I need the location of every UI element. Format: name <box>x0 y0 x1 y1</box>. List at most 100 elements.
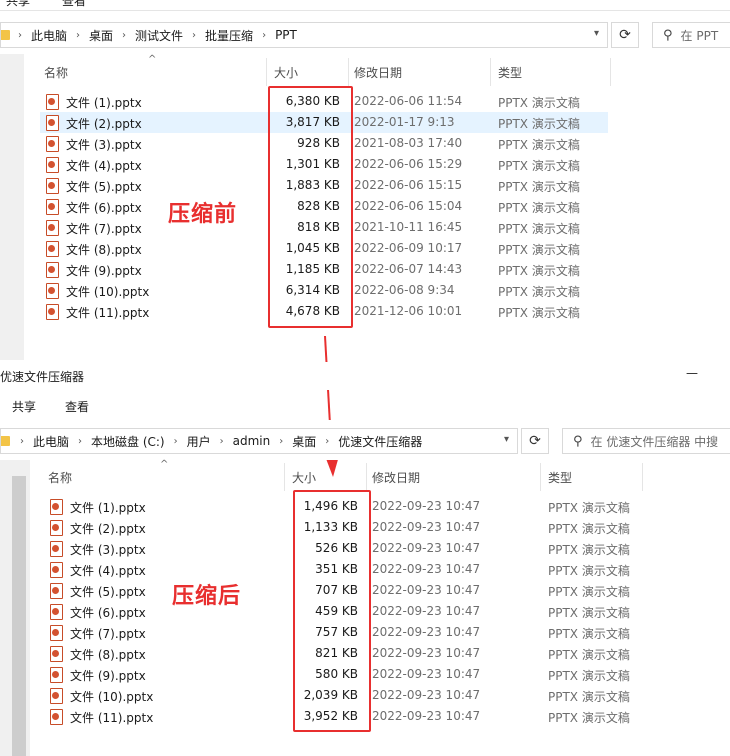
ribbon-tab-share[interactable]: 共享 <box>12 398 36 415</box>
breadcrumb-desktop[interactable]: 桌面 <box>292 433 316 450</box>
pptx-file-icon <box>50 541 63 557</box>
file-modified-date: 2022-09-23 10:47 <box>372 688 481 702</box>
chevron-right-icon: › <box>325 435 330 447</box>
bottom-address-bar[interactable]: › 此电脑 › 本地磁盘 (C:) › 用户 › admin › 桌面 › 优速… <box>0 428 518 454</box>
file-modified-date: 2022-09-23 10:47 <box>372 499 481 513</box>
col-size-header[interactable]: 大小 <box>292 469 316 486</box>
nav-scrollbar[interactable] <box>12 476 26 756</box>
file-type: PPTX 演示文稿 <box>498 117 580 131</box>
file-modified-date: 2022-09-23 10:47 <box>372 667 481 681</box>
chevron-down-icon[interactable]: ▾ <box>504 434 509 445</box>
refresh-icon[interactable]: ⟳ <box>611 22 639 48</box>
col-name-header[interactable]: 名称 <box>44 64 68 81</box>
ribbon-tab-view[interactable]: 查看 <box>62 0 86 9</box>
file-modified-date: 2022-06-06 15:15 <box>354 178 463 192</box>
file-name: 文件 (2).pptx <box>70 522 146 536</box>
file-type: PPTX 演示文稿 <box>548 648 630 662</box>
top-address-bar[interactable]: › 此电脑 › 桌面 › 测试文件 › 批量压缩 › PPT ▾ <box>0 22 608 48</box>
top-ribbon: 共享 查看 <box>0 0 730 11</box>
breadcrumb-ppt[interactable]: PPT <box>275 28 297 42</box>
chevron-right-icon: › <box>76 29 81 41</box>
chevron-right-icon: › <box>20 435 24 447</box>
pptx-file-icon <box>50 499 63 515</box>
refresh-icon[interactable]: ⟳ <box>521 428 549 454</box>
annotation-after: 压缩后 <box>172 584 242 609</box>
breadcrumb-desktop[interactable]: 桌面 <box>89 27 113 44</box>
pptx-file-icon <box>50 520 63 536</box>
breadcrumb-compressor-folder[interactable]: 优速文件压缩器 <box>338 433 422 450</box>
file-name: 文件 (8).pptx <box>70 648 146 662</box>
file-type: PPTX 演示文稿 <box>498 138 580 152</box>
bottom-size-highlight-box <box>293 490 371 732</box>
annotation-before: 压缩前 <box>168 202 238 227</box>
file-modified-date: 2022-09-23 10:47 <box>372 604 481 618</box>
file-type: PPTX 演示文稿 <box>498 264 580 278</box>
bottom-ribbon: 共享 查看 <box>0 390 730 421</box>
file-modified-date: 2021-12-06 10:01 <box>354 304 463 318</box>
file-type: PPTX 演示文稿 <box>548 564 630 578</box>
breadcrumb-this-pc[interactable]: 此电脑 <box>33 433 69 450</box>
file-type: PPTX 演示文稿 <box>498 243 580 257</box>
file-name: 文件 (1).pptx <box>66 96 142 110</box>
col-name-header[interactable]: 名称 <box>48 469 72 486</box>
ribbon-tab-view[interactable]: 查看 <box>65 398 89 415</box>
file-type: PPTX 演示文稿 <box>548 711 630 725</box>
breadcrumb-admin[interactable]: admin <box>233 434 271 448</box>
pptx-file-icon <box>50 688 63 704</box>
file-modified-date: 2022-09-23 10:47 <box>372 625 481 639</box>
breadcrumb-users[interactable]: 用户 <box>187 433 211 450</box>
top-address-row: › 此电脑 › 桌面 › 测试文件 › 批量压缩 › PPT ▾ ⟳ ⚲ 在 P… <box>0 14 730 54</box>
bottom-search-input[interactable]: ⚲ 在 优速文件压缩器 中搜 <box>562 428 730 454</box>
chevron-down-icon[interactable]: ▾ <box>594 28 599 39</box>
col-type-header[interactable]: 类型 <box>548 469 572 486</box>
breadcrumb-batch-compress[interactable]: 批量压缩 <box>205 27 253 44</box>
file-type: PPTX 演示文稿 <box>548 627 630 641</box>
file-name: 文件 (9).pptx <box>70 669 146 683</box>
file-name: 文件 (6).pptx <box>66 201 142 215</box>
file-name: 文件 (10).pptx <box>70 690 154 704</box>
file-modified-date: 2022-09-23 10:47 <box>372 541 481 555</box>
bottom-column-header: ^ 名称 大小 修改日期 类型 <box>34 459 644 491</box>
pptx-file-icon <box>50 604 63 620</box>
chevron-right-icon: › <box>219 435 224 447</box>
pptx-file-icon <box>50 625 63 641</box>
file-type: PPTX 演示文稿 <box>548 501 630 515</box>
pptx-file-icon <box>46 157 59 173</box>
sort-caret-icon: ^ <box>148 54 157 65</box>
file-name: 文件 (4).pptx <box>66 159 142 173</box>
file-type: PPTX 演示文稿 <box>498 285 580 299</box>
pptx-file-icon <box>50 583 63 599</box>
ribbon-tab-share[interactable]: 共享 <box>6 0 30 9</box>
file-name: 文件 (11).pptx <box>70 711 154 725</box>
col-size-header[interactable]: 大小 <box>274 64 298 81</box>
file-name: 文件 (10).pptx <box>66 285 150 299</box>
top-search-input[interactable]: ⚲ 在 PPT <box>652 22 730 48</box>
file-modified-date: 2022-09-23 10:47 <box>372 583 481 597</box>
col-type-header[interactable]: 类型 <box>498 64 522 81</box>
file-modified-date: 2021-08-03 17:40 <box>354 136 463 150</box>
file-type: PPTX 演示文稿 <box>498 201 580 215</box>
col-date-header[interactable]: 修改日期 <box>354 64 402 81</box>
pptx-file-icon <box>46 241 59 257</box>
minimize-icon[interactable]: — <box>686 366 698 380</box>
breadcrumb-local-disk[interactable]: 本地磁盘 (C:) <box>91 433 165 450</box>
pptx-file-icon <box>50 562 63 578</box>
file-type: PPTX 演示文稿 <box>498 306 580 320</box>
breadcrumb-test-files[interactable]: 测试文件 <box>135 27 183 44</box>
file-modified-date: 2022-06-06 15:04 <box>354 199 463 213</box>
breadcrumb-this-pc[interactable]: 此电脑 <box>31 27 67 44</box>
col-date-header[interactable]: 修改日期 <box>372 469 420 486</box>
file-type: PPTX 演示文稿 <box>498 222 580 236</box>
search-placeholder: 在 PPT <box>680 28 719 43</box>
pptx-file-icon <box>50 646 63 662</box>
file-type: PPTX 演示文稿 <box>548 606 630 620</box>
file-name: 文件 (5).pptx <box>66 180 142 194</box>
file-name: 文件 (3).pptx <box>66 138 142 152</box>
file-name: 文件 (9).pptx <box>66 264 142 278</box>
file-name: 文件 (1).pptx <box>70 501 146 515</box>
pptx-file-icon <box>46 178 59 194</box>
pptx-file-icon <box>46 262 59 278</box>
file-modified-date: 2022-09-23 10:47 <box>372 562 481 576</box>
file-modified-date: 2022-06-07 14:43 <box>354 262 463 276</box>
chevron-right-icon: › <box>173 435 178 447</box>
